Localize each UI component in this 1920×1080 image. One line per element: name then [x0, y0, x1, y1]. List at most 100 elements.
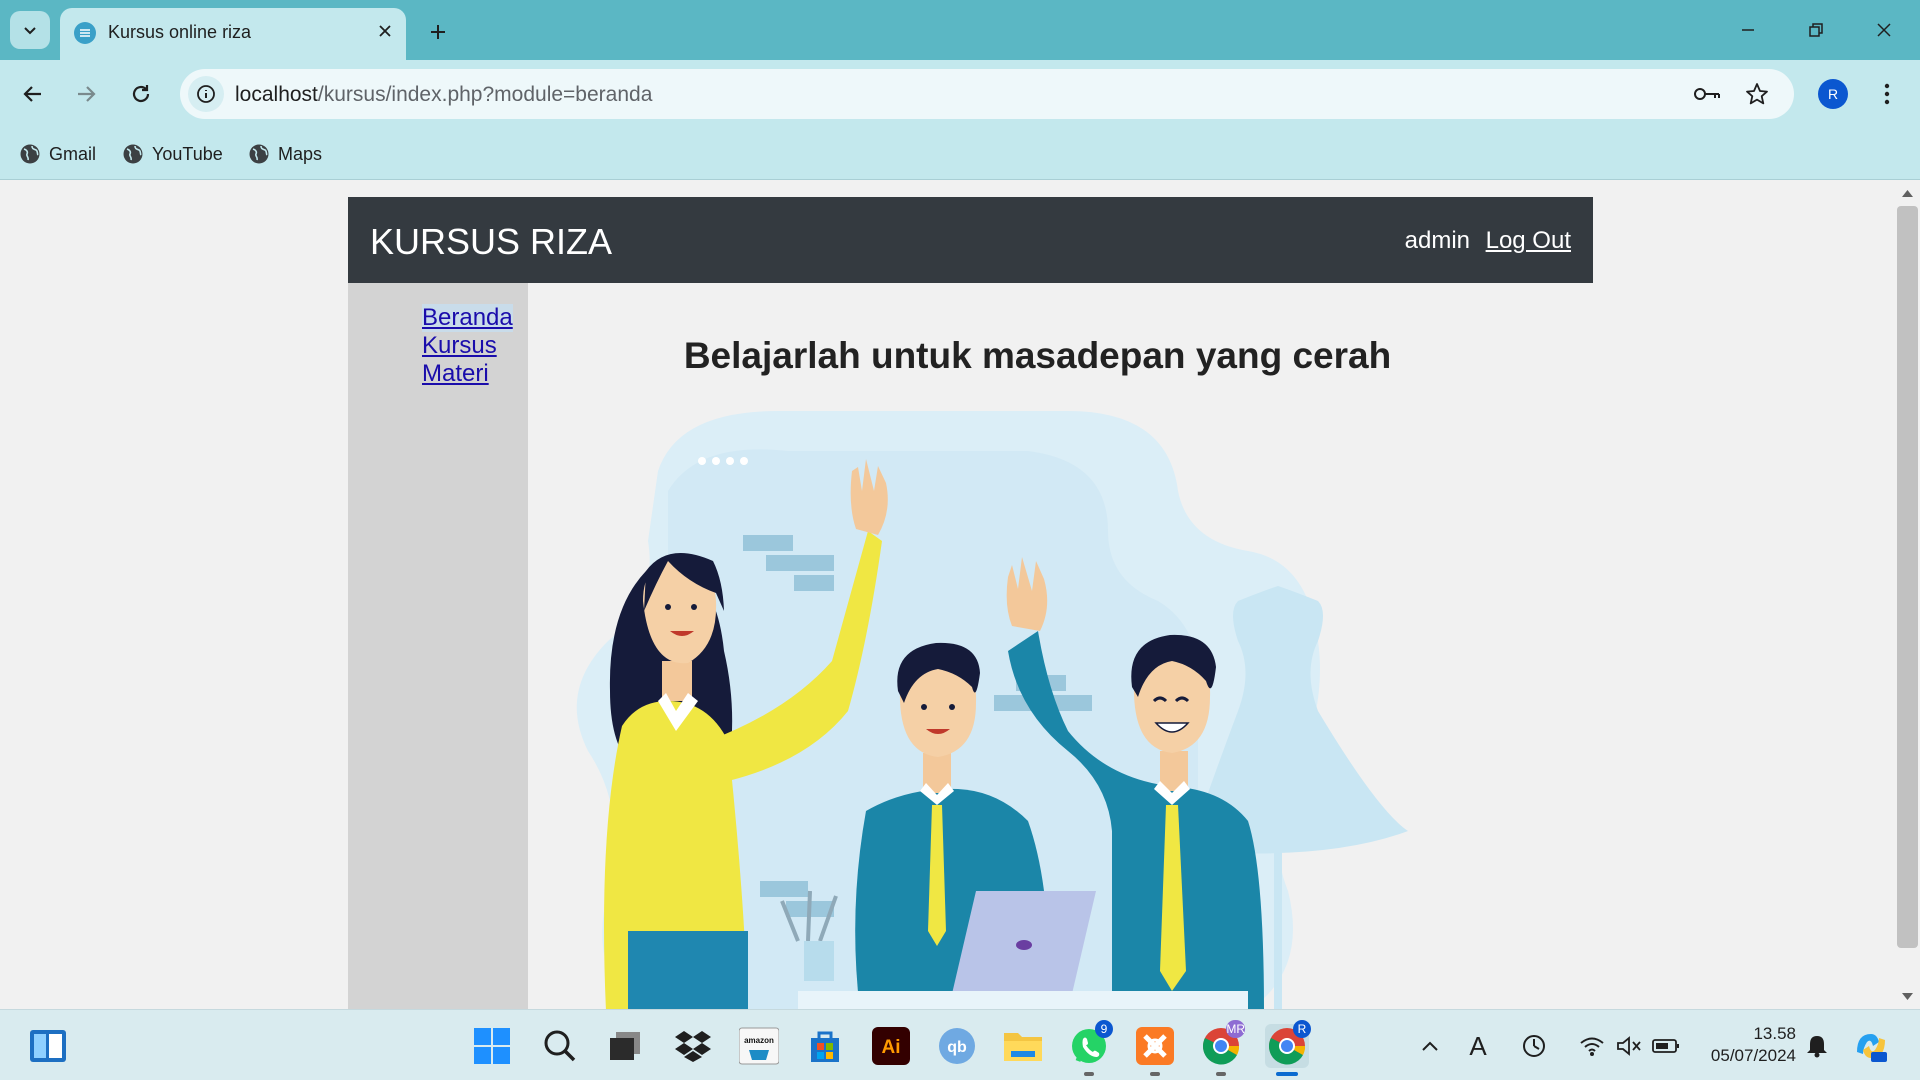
address-bar[interactable]: localhost/kursus/index.php?module=berand… [180, 69, 1794, 119]
close-icon [1877, 23, 1891, 37]
back-button[interactable] [13, 74, 53, 114]
running-indicator [1150, 1072, 1160, 1076]
bookmark-star-button[interactable] [1742, 79, 1772, 109]
refresh-status-icon [1523, 1035, 1545, 1057]
amazon-icon: amazon [739, 1027, 779, 1065]
scroll-up-icon [1902, 190, 1913, 197]
qbittorrent-icon: qb [939, 1028, 975, 1064]
bookmark-label: Gmail [49, 143, 97, 164]
site-header: KURSUS RIZA admin Log Out [348, 197, 1593, 283]
arrow-right-icon [78, 86, 96, 102]
url-host: localhost [235, 83, 318, 106]
running-indicator [1084, 1072, 1094, 1076]
browser-menu-button[interactable] [1872, 76, 1902, 112]
site-brand[interactable]: KURSUS RIZA [370, 221, 612, 263]
battery-icon [1652, 1039, 1679, 1053]
qbittorrent-app[interactable]: qb [935, 1024, 979, 1068]
input-language-indicator[interactable]: A [1458, 1024, 1498, 1068]
bookmark-label: YouTube [152, 143, 223, 164]
globe-icon [20, 144, 40, 164]
logout-link[interactable]: Log Out [1486, 227, 1571, 255]
hero-illustration [576, 411, 1408, 1009]
clock-date: 05/07/2024 [1710, 1046, 1796, 1065]
new-tab-button[interactable] [420, 14, 456, 50]
widgets-icon [30, 1030, 66, 1062]
profile-badge: MR [1226, 1020, 1245, 1038]
copilot-button[interactable] [1849, 1024, 1893, 1068]
key-icon [1694, 88, 1720, 100]
globe-icon [123, 144, 143, 164]
system-clock[interactable]: 13.58 05/07/2024 [1698, 1023, 1796, 1067]
windows-taskbar: amazon Ai qb 9 MR R A 13.58 05/07/2024 [0, 1009, 1920, 1080]
wifi-icon [1580, 1037, 1604, 1056]
password-key-button[interactable] [1692, 79, 1722, 109]
url-path: /kursus/index.php?module=beranda [317, 83, 653, 106]
start-button[interactable] [470, 1024, 514, 1068]
taskbar-search-button[interactable] [538, 1024, 582, 1068]
minimize-icon [1742, 29, 1754, 31]
notification-badge: 9 [1095, 1020, 1113, 1038]
dropbox-app[interactable] [671, 1024, 715, 1068]
task-view-icon [610, 1032, 640, 1060]
bookmark-youtube[interactable]: YouTube [122, 141, 223, 167]
scroll-down-icon [1902, 993, 1913, 1000]
chevron-up-icon [1422, 1041, 1438, 1051]
info-icon [197, 85, 215, 103]
page-viewport: KURSUS RIZA admin Log Out Beranda Kursus… [0, 181, 1920, 1009]
running-indicator [1276, 1072, 1298, 1076]
widgets-button[interactable] [26, 1024, 70, 1068]
more-vertical-icon [1884, 83, 1890, 105]
sidebar: Beranda Kursus Materi [348, 283, 528, 1009]
battery-button[interactable] [1646, 1024, 1686, 1068]
file-explorer-app[interactable] [1001, 1024, 1045, 1068]
reload-icon [132, 85, 150, 103]
search-icon [544, 1030, 576, 1062]
tab-search-button[interactable] [10, 11, 50, 49]
bookmark-gmail[interactable]: Gmail [19, 141, 96, 167]
illustrator-app[interactable]: Ai [869, 1024, 913, 1068]
sidebar-link-materi[interactable]: Materi [422, 360, 489, 388]
notifications-button[interactable] [1797, 1024, 1837, 1068]
sidebar-link-beranda[interactable]: Beranda [422, 304, 513, 332]
bell-icon [1807, 1036, 1827, 1058]
forward-button[interactable] [66, 74, 106, 114]
site-info-button[interactable] [188, 76, 224, 112]
star-icon [1746, 83, 1768, 105]
chrome-app-active[interactable]: R [1265, 1020, 1311, 1076]
globe-icon [249, 144, 269, 164]
scrollbar-thumb[interactable] [1897, 206, 1918, 948]
svg-text:Ai: Ai [882, 1037, 901, 1058]
xampp-icon [1136, 1027, 1174, 1065]
tab-title: Kursus online riza [108, 22, 252, 42]
minimize-button[interactable] [1720, 8, 1776, 52]
active-tab[interactable]: Kursus online riza [60, 8, 406, 60]
show-hidden-icons-button[interactable] [1408, 1024, 1452, 1068]
reload-button[interactable] [121, 74, 161, 114]
bookmark-label: Maps [278, 143, 323, 164]
update-status-button[interactable] [1512, 1024, 1556, 1068]
amazon-app[interactable]: amazon [737, 1024, 781, 1068]
profile-avatar[interactable]: R [1818, 79, 1848, 109]
microsoft-store-app[interactable] [803, 1024, 847, 1068]
sidebar-link-kursus[interactable]: Kursus [422, 332, 497, 360]
svg-text:qb: qb [947, 1039, 967, 1056]
whatsapp-app[interactable]: 9 [1067, 1020, 1113, 1076]
bookmark-maps[interactable]: Maps [248, 141, 322, 167]
bookmarks-bar: Gmail YouTube Maps [0, 128, 1920, 180]
svg-text:amazon: amazon [744, 1036, 774, 1045]
restore-button[interactable] [1788, 8, 1844, 52]
file-explorer-icon [1004, 1033, 1042, 1061]
username-label: admin [1404, 227, 1470, 254]
site-favicon-icon [74, 22, 96, 44]
close-tab-button[interactable] [372, 18, 398, 44]
task-view-button[interactable] [603, 1024, 647, 1068]
xampp-app[interactable] [1133, 1024, 1177, 1076]
chrome-profile-app[interactable]: MR [1199, 1020, 1245, 1076]
store-icon [811, 1031, 839, 1062]
windows-icon [474, 1028, 510, 1064]
wifi-button[interactable] [1571, 1024, 1613, 1068]
plus-icon [431, 25, 445, 39]
volume-muted-icon [1617, 1036, 1641, 1056]
close-window-button[interactable] [1856, 8, 1912, 52]
volume-button[interactable] [1609, 1024, 1649, 1068]
